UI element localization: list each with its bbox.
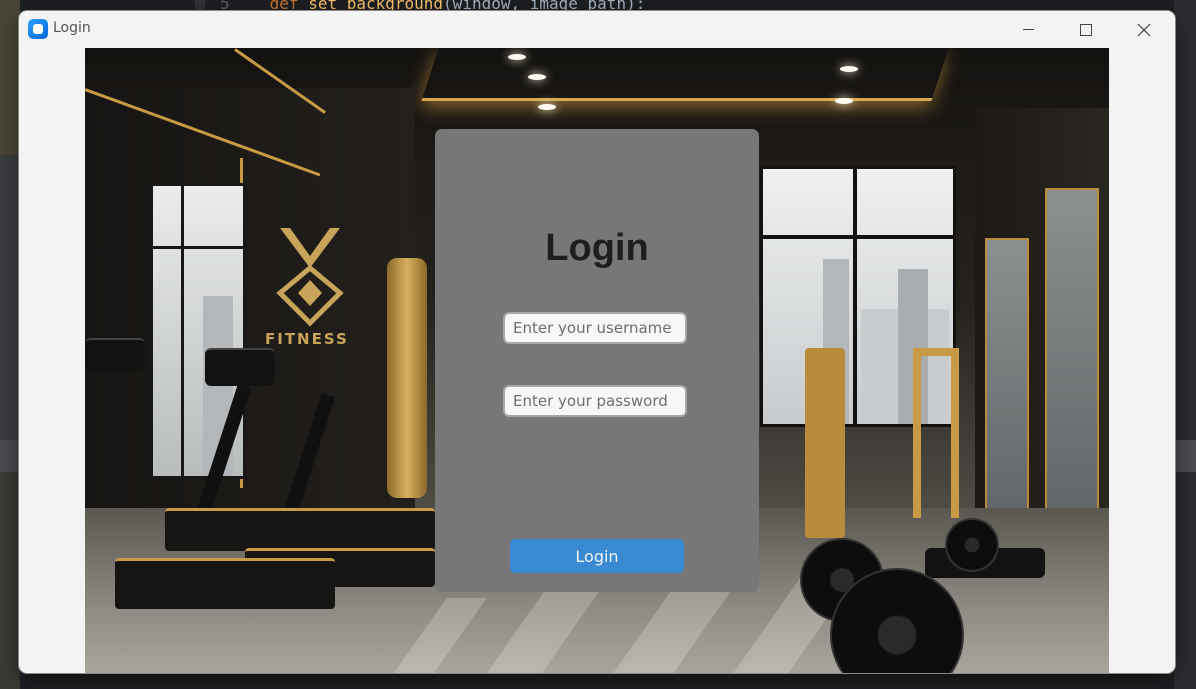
exercise-bike — [805, 348, 845, 538]
gold-rack — [951, 348, 959, 518]
ceiling-spotlight — [508, 54, 526, 60]
close-button[interactable] — [1115, 11, 1173, 48]
minimize-icon — [1022, 29, 1034, 30]
treadmill-deck — [115, 558, 335, 609]
kettlebell — [945, 518, 999, 572]
ceiling-spotlight — [835, 98, 853, 104]
fitness-logo — [276, 228, 344, 327]
login-title: Login — [545, 227, 649, 269]
close-icon — [1137, 23, 1151, 36]
treadmill-deck — [165, 508, 435, 551]
editor-left-panel — [0, 0, 20, 689]
ceiling-spotlight — [528, 74, 546, 80]
app-icon — [28, 19, 48, 39]
password-input[interactable] — [503, 385, 687, 417]
login-panel: Login Login — [435, 129, 759, 592]
ceiling-spotlight — [840, 66, 858, 72]
right-window — [760, 166, 956, 427]
gold-machine-frame — [387, 258, 427, 498]
editor-right-panel — [1174, 0, 1196, 689]
maximize-icon — [1080, 23, 1092, 36]
gold-rack — [913, 348, 921, 518]
treadmill-console — [85, 338, 145, 370]
ceiling-spotlight — [538, 104, 556, 110]
username-input[interactable] — [503, 312, 687, 344]
window-title: Login — [53, 20, 91, 36]
gold-rack — [913, 348, 959, 356]
treadmill-console — [205, 348, 275, 386]
maximize-button[interactable] — [1057, 11, 1115, 48]
login-button[interactable]: Login — [510, 539, 684, 573]
logo-text: FITNESS — [265, 330, 349, 348]
title-bar[interactable]: Login — [19, 11, 1175, 48]
login-window: Login FITNESS Login Enter your username … — [19, 11, 1175, 673]
minimize-button[interactable] — [999, 11, 1057, 48]
ceiling-light-strip — [421, 48, 949, 101]
